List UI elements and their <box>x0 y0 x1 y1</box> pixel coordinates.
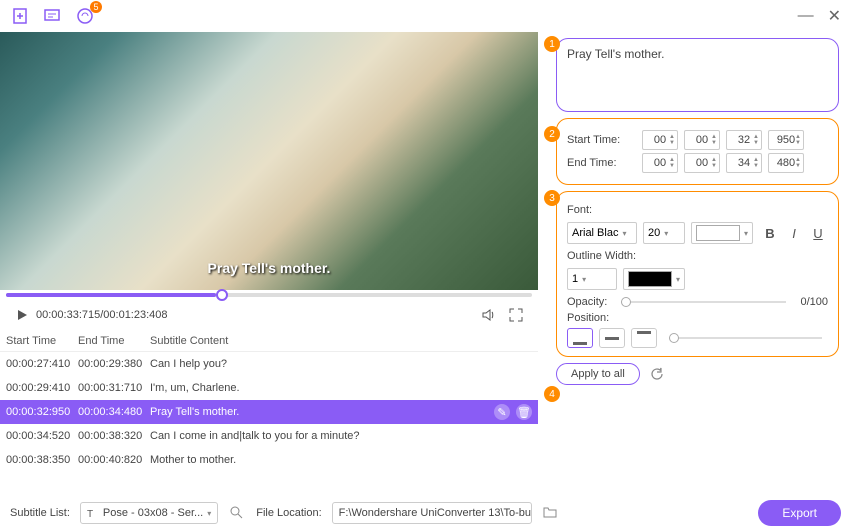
footer: Subtitle List: T Pose - 03x08 - Ser...▾ … <box>0 494 851 532</box>
play-button[interactable] <box>12 305 32 325</box>
col-end-header: End Time <box>78 335 150 347</box>
col-start-header: Start Time <box>6 335 78 347</box>
col-content-header: Subtitle Content <box>150 335 532 347</box>
cell-start: 00:00:34:520 <box>6 430 78 442</box>
start-hour-input[interactable]: 00▲▼ <box>642 130 678 150</box>
file-location-label: File Location: <box>256 507 321 519</box>
minimize-button[interactable]: — <box>798 7 814 25</box>
badge: 5 <box>90 1 102 13</box>
step-bubble-3: 3 <box>544 190 560 206</box>
position-label: Position: <box>567 312 828 324</box>
folder-icon[interactable] <box>542 504 560 522</box>
start-min-input[interactable]: 00▲▼ <box>684 130 720 150</box>
auto-generate-icon[interactable]: 5 <box>74 5 96 27</box>
position-top[interactable] <box>631 328 657 348</box>
step-bubble-2: 2 <box>544 126 560 142</box>
row-edit-icon[interactable]: ✎ <box>494 404 510 420</box>
scrubber[interactable] <box>0 290 538 300</box>
search-icon[interactable] <box>228 504 246 522</box>
outline-width-select[interactable]: 1▾ <box>567 268 617 290</box>
svg-text:T: T <box>87 509 93 519</box>
add-file-icon[interactable] <box>10 5 32 27</box>
time-display: 00:00:33:715/00:01:23:408 <box>36 309 168 321</box>
start-time-label: Start Time: <box>567 134 639 146</box>
cell-start: 00:00:27:410 <box>6 358 78 370</box>
position-middle[interactable] <box>599 328 625 348</box>
outline-color-select[interactable]: ▾ <box>623 268 685 290</box>
cell-content: Pray Tell's mother. <box>150 406 494 418</box>
subtitle-overlay: Pray Tell's mother. <box>208 260 331 276</box>
cell-content: Can I help you? <box>150 358 532 370</box>
end-time-label: End Time: <box>567 157 639 169</box>
font-color-select[interactable]: ▾ <box>691 222 753 244</box>
table-row[interactable]: 00:00:29:41000:00:31:710I'm, um, Charlen… <box>0 376 538 400</box>
row-delete-icon[interactable]: 🗑 <box>516 404 532 420</box>
subtitle-text-input[interactable]: Pray Tell's mother. <box>567 47 828 61</box>
cell-end: 00:00:29:380 <box>78 358 150 370</box>
subtitle-list-select[interactable]: T Pose - 03x08 - Ser...▾ <box>80 502 218 524</box>
end-ms-input[interactable]: 480▲▼ <box>768 153 804 173</box>
font-label: Font: <box>567 204 828 216</box>
time-card: Start Time: 00▲▼ 00▲▼ 32▲▼ 950▲▼ End Tim… <box>556 118 839 185</box>
subtitle-list-label: Subtitle List: <box>10 507 70 519</box>
end-sec-input[interactable]: 34▲▼ <box>726 153 762 173</box>
position-bottom[interactable] <box>567 328 593 348</box>
cell-content: Can I come in and|talk to you for a minu… <box>150 430 532 442</box>
subtitle-text-card: Pray Tell's mother. <box>556 38 839 112</box>
underline-button[interactable]: U <box>808 223 828 243</box>
opacity-value: 0/100 <box>800 296 828 308</box>
export-button[interactable]: Export <box>758 500 841 526</box>
opacity-slider[interactable] <box>621 301 786 303</box>
cell-start: 00:00:29:410 <box>6 382 78 394</box>
cell-end: 00:00:31:710 <box>78 382 150 394</box>
table-row[interactable]: 00:00:32:95000:00:34:480Pray Tell's moth… <box>0 400 538 424</box>
subtitle-table: 00:00:27:41000:00:29:380Can I help you?0… <box>0 352 538 492</box>
table-row[interactable]: 00:00:38:35000:00:40:820Mother to mother… <box>0 448 538 472</box>
font-size-select[interactable]: 20▾ <box>643 222 685 244</box>
reset-icon[interactable] <box>648 365 666 383</box>
table-row[interactable]: 00:00:27:41000:00:29:380Can I help you? <box>0 352 538 376</box>
table-header: Start Time End Time Subtitle Content <box>0 330 538 352</box>
end-hour-input[interactable]: 00▲▼ <box>642 153 678 173</box>
font-family-select[interactable]: Arial Blac▾ <box>567 222 637 244</box>
titlebar: 5 — ✕ <box>0 0 851 32</box>
start-sec-input[interactable]: 32▲▼ <box>726 130 762 150</box>
opacity-label: Opacity: <box>567 296 607 308</box>
italic-button[interactable]: I <box>784 223 804 243</box>
font-card: Font: Arial Blac▾ 20▾ ▾ B I U Outline Wi… <box>556 191 839 357</box>
position-slider[interactable] <box>669 337 822 339</box>
cell-content: I'm, um, Charlene. <box>150 382 532 394</box>
start-ms-input[interactable]: 950▲▼ <box>768 130 804 150</box>
bold-button[interactable]: B <box>760 223 780 243</box>
outline-label: Outline Width: <box>567 250 828 262</box>
cell-end: 00:00:40:820 <box>78 454 150 466</box>
fullscreen-icon[interactable] <box>506 305 526 325</box>
step-bubble-1: 1 <box>544 36 560 52</box>
volume-icon[interactable] <box>478 305 498 325</box>
close-button[interactable]: ✕ <box>828 6 841 26</box>
table-row[interactable]: 00:00:34:52000:00:38:320Can I come in an… <box>0 424 538 448</box>
cell-content: Mother to mother. <box>150 454 532 466</box>
cell-start: 00:00:32:950 <box>6 406 78 418</box>
file-location-input[interactable]: F:\Wondershare UniConverter 13\To-bur <box>332 502 532 524</box>
add-subtitle-icon[interactable] <box>42 5 64 27</box>
video-preview: Pray Tell's mother. <box>0 32 538 290</box>
cell-end: 00:00:38:320 <box>78 430 150 442</box>
end-min-input[interactable]: 00▲▼ <box>684 153 720 173</box>
cell-end: 00:00:34:480 <box>78 406 150 418</box>
step-bubble-4: 4 <box>544 386 560 402</box>
apply-to-all-button[interactable]: Apply to all <box>556 363 640 385</box>
cell-start: 00:00:38:350 <box>6 454 78 466</box>
